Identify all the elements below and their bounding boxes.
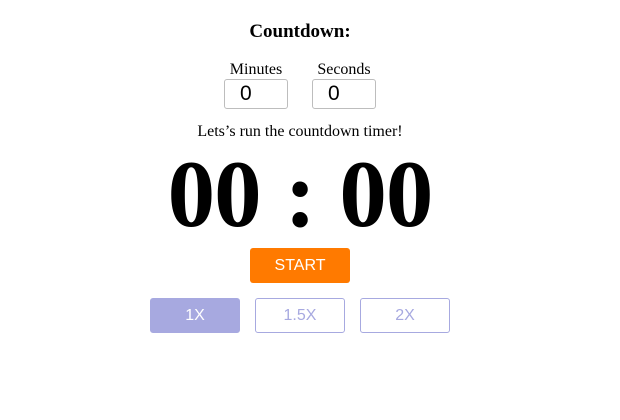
seconds-input[interactable]: [312, 79, 376, 109]
seconds-field: Seconds: [312, 60, 376, 109]
minutes-field: Minutes: [224, 60, 288, 109]
timer-separator: :: [284, 141, 317, 247]
speed-1-5x-button[interactable]: 1.5X: [255, 298, 345, 333]
page-title: Countdown:: [249, 21, 351, 42]
minutes-label: Minutes: [229, 61, 283, 78]
seconds-label: Seconds: [317, 61, 371, 78]
timer-display: 00:00: [0, 142, 600, 246]
status-message: Lets’s run the countdown timer!: [197, 123, 403, 140]
timer-minutes: 00: [167, 141, 262, 247]
start-button[interactable]: START: [250, 248, 350, 283]
speed-1x-button[interactable]: 1X: [150, 298, 240, 333]
timer-seconds: 00: [339, 141, 433, 247]
minutes-input[interactable]: [224, 79, 288, 109]
speed-2x-button[interactable]: 2X: [360, 298, 450, 333]
